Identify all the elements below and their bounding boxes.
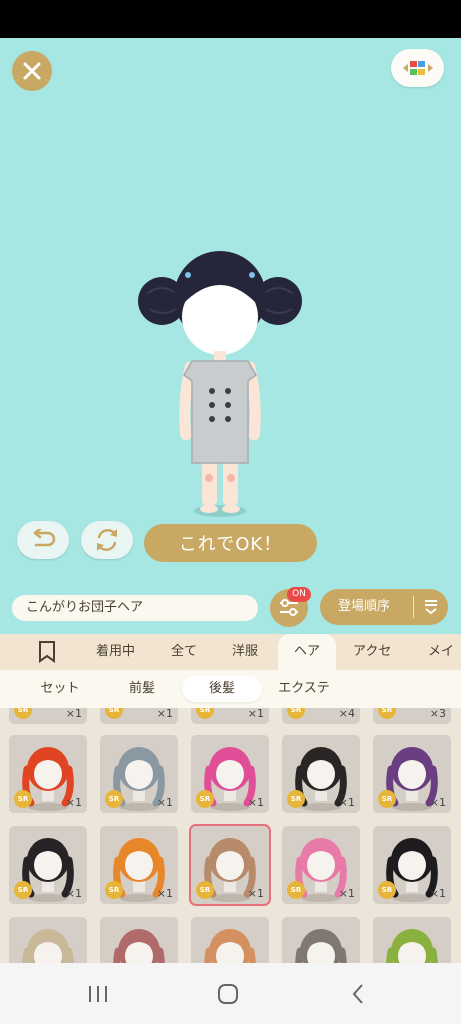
- subtab-set[interactable]: セット: [24, 676, 96, 702]
- item-count: ×1: [65, 887, 82, 900]
- rarity-badge: SR: [196, 790, 214, 808]
- rarity-badge: SR: [105, 708, 123, 719]
- close-icon: [23, 62, 41, 80]
- tab-hair[interactable]: ヘア: [278, 634, 336, 670]
- item-count: ×1: [338, 887, 355, 900]
- undo-icon: [33, 529, 56, 547]
- subtab-back-hair[interactable]: 後髪: [182, 676, 262, 702]
- rarity-badge: SR: [378, 881, 396, 899]
- rarity-badge: SR: [14, 881, 32, 899]
- item-card[interactable]: SR ×1: [100, 735, 178, 813]
- avatar-stage: これでOK！: [0, 38, 461, 580]
- item-card[interactable]: SR ×1: [100, 826, 178, 904]
- tab-clothes[interactable]: 洋服: [232, 634, 258, 670]
- undo-button[interactable]: [17, 521, 69, 559]
- item-info-bar: こんがりお団子ヘア ON 登場順序: [0, 580, 461, 634]
- rarity-badge: SR: [287, 881, 305, 899]
- rarity-badge: SR: [287, 708, 305, 719]
- hair-preview: [113, 929, 165, 963]
- recent-apps-button[interactable]: [78, 977, 118, 1011]
- hair-preview: [386, 929, 438, 963]
- item-count: ×1: [429, 887, 446, 900]
- item-card[interactable]: SR ×1: [9, 708, 87, 724]
- recent-apps-icon: [89, 986, 107, 1002]
- color-palette-button[interactable]: [391, 49, 444, 87]
- item-name-label: こんがりお団子ヘア: [12, 595, 258, 621]
- item-count: ×1: [247, 708, 264, 720]
- item-card[interactable]: [282, 917, 360, 963]
- status-bar: [0, 0, 461, 38]
- item-count: ×3: [429, 708, 446, 720]
- back-button[interactable]: [338, 977, 378, 1011]
- item-card[interactable]: [9, 917, 87, 963]
- item-card[interactable]: SR ×1: [191, 735, 269, 813]
- item-count: ×1: [247, 887, 264, 900]
- item-count: ×1: [156, 708, 173, 720]
- tab-accessories[interactable]: アクセ: [353, 634, 391, 670]
- item-card[interactable]: [100, 917, 178, 963]
- item-count: ×1: [338, 796, 355, 809]
- randomize-button[interactable]: [81, 521, 133, 559]
- item-count: ×1: [156, 796, 173, 809]
- item-card[interactable]: [373, 917, 451, 963]
- avatar-character: [138, 251, 302, 517]
- rarity-badge: SR: [287, 790, 305, 808]
- item-card[interactable]: SR ×1: [9, 826, 87, 904]
- subtab-extensions[interactable]: エクステ: [266, 676, 342, 702]
- sort-divider: [413, 596, 414, 618]
- item-card[interactable]: SR ×1: [191, 708, 269, 724]
- rarity-badge: SR: [196, 881, 214, 899]
- item-card[interactable]: SR ×1: [373, 735, 451, 813]
- item-card[interactable]: SR ×1: [282, 735, 360, 813]
- refresh-icon: [97, 529, 117, 551]
- rarity-badge: SR: [14, 708, 32, 719]
- close-button[interactable]: [12, 51, 52, 91]
- item-grid: SR ×1 SR ×1 SR ×1 SR ×4 SR ×3 SR ×1 SR ×…: [0, 708, 461, 963]
- item-card[interactable]: [191, 917, 269, 963]
- hair-preview: [22, 929, 74, 963]
- item-count: ×1: [247, 796, 264, 809]
- item-count: ×1: [65, 708, 82, 720]
- rarity-badge: SR: [378, 790, 396, 808]
- item-card[interactable]: SR ×1: [9, 735, 87, 813]
- hair-preview: [295, 929, 347, 963]
- item-card-selected[interactable]: SR ×1: [191, 826, 269, 904]
- filter-on-badge: ON: [287, 587, 311, 602]
- hair-subtabs: セット 前髪 後髪 エクステ: [0, 670, 461, 708]
- rarity-badge: SR: [196, 708, 214, 719]
- tab-makeup[interactable]: メイク: [428, 634, 461, 695]
- bookmark-tab[interactable]: [38, 634, 64, 670]
- item-count: ×4: [338, 708, 355, 720]
- bookmark-icon: [39, 641, 55, 663]
- item-card[interactable]: SR ×3: [373, 708, 451, 724]
- palette-icon: [402, 61, 433, 75]
- sort-order-button[interactable]: 登場順序: [320, 589, 448, 625]
- sort-order-label: 登場順序: [338, 599, 391, 614]
- item-card[interactable]: SR ×1: [282, 826, 360, 904]
- sort-descending-icon: [425, 600, 437, 615]
- home-button[interactable]: [208, 977, 248, 1011]
- item-card[interactable]: SR ×1: [373, 826, 451, 904]
- back-icon: [352, 984, 363, 1004]
- hair-preview: [204, 929, 256, 963]
- subtab-bangs[interactable]: 前髪: [108, 676, 176, 702]
- home-icon: [218, 984, 238, 1004]
- item-card[interactable]: SR ×4: [282, 708, 360, 724]
- rarity-badge: SR: [14, 790, 32, 808]
- rarity-badge: SR: [105, 790, 123, 808]
- tab-wearing[interactable]: 着用中: [96, 634, 135, 670]
- rarity-badge: SR: [378, 708, 396, 719]
- rarity-badge: SR: [105, 881, 123, 899]
- item-card[interactable]: SR ×1: [100, 708, 178, 724]
- item-count: ×1: [429, 796, 446, 809]
- item-count: ×1: [65, 796, 82, 809]
- tab-all[interactable]: 全て: [171, 634, 197, 670]
- item-count: ×1: [156, 887, 173, 900]
- confirm-button[interactable]: これでOK！: [144, 524, 317, 562]
- category-tabs: 着用中 全て 洋服 ヘア アクセ メイク: [0, 634, 461, 695]
- system-nav-bar: [0, 963, 461, 1024]
